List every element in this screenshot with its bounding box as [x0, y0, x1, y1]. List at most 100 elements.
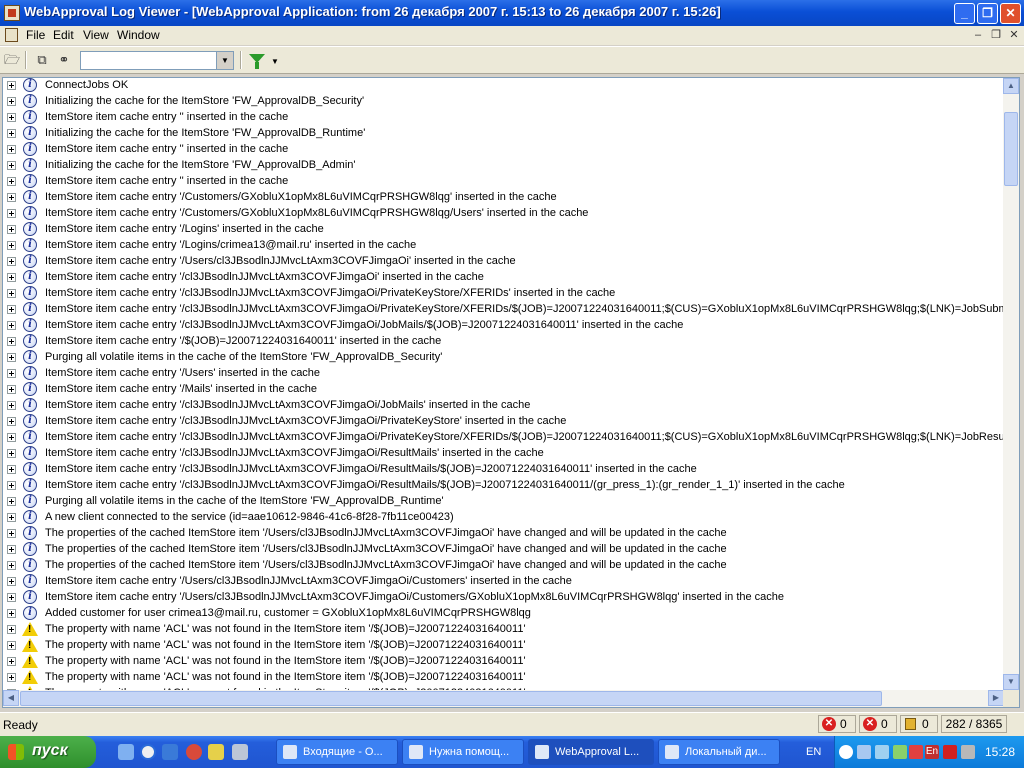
tray-icon[interactable]	[893, 745, 907, 759]
horizontal-scroll-thumb[interactable]	[20, 691, 882, 706]
log-row[interactable]: The property with name 'ACL' was not fou…	[3, 670, 1004, 686]
tray-language-badge[interactable]: En	[925, 745, 939, 759]
taskbar-button-local-disk[interactable]: Локальный ди...	[658, 739, 780, 765]
expand-icon[interactable]	[7, 337, 16, 346]
log-row[interactable]: i Initializing the cache for the ItemStor…	[3, 158, 1004, 174]
log-row[interactable]: i ItemStore item cache entry '/cl3JBsodln…	[3, 478, 1004, 494]
mdi-close-button[interactable]: ✕	[1006, 28, 1022, 43]
scroll-right-button[interactable]: ▶	[988, 690, 1004, 706]
log-row[interactable]: i ItemStore item cache entry '/cl3JBsodln…	[3, 462, 1004, 478]
log-row[interactable]: i ItemStore item cache entry '/cl3JBsodln…	[3, 302, 1004, 318]
document-icon[interactable]	[5, 28, 18, 42]
taskbar-button-webapproval[interactable]: WebApproval L...	[528, 739, 654, 765]
title-bar[interactable]: WebApproval Log Viewer - [WebApproval Ap…	[0, 0, 1024, 26]
quick-launch-icon[interactable]	[208, 744, 224, 760]
log-row[interactable]: i ConnectJobs OK	[3, 78, 1004, 94]
expand-icon[interactable]	[7, 113, 16, 122]
expand-icon[interactable]	[7, 305, 16, 314]
expand-icon[interactable]	[7, 161, 16, 170]
expand-icon[interactable]	[7, 673, 16, 682]
expand-icon[interactable]	[7, 529, 16, 538]
expand-icon[interactable]	[7, 81, 16, 90]
log-row[interactable]: i ItemStore item cache entry '' inserted …	[3, 174, 1004, 190]
log-row[interactable]: i ItemStore item cache entry '/cl3JBsodln…	[3, 430, 1004, 446]
expand-icon[interactable]	[7, 289, 16, 298]
filter-icon[interactable]	[249, 54, 265, 69]
mdi-minimize-button[interactable]: –	[970, 28, 986, 43]
menu-window[interactable]: Window	[117, 28, 160, 42]
expand-icon[interactable]	[7, 209, 16, 218]
expand-icon[interactable]	[7, 561, 16, 570]
horizontal-scrollbar[interactable]: ◀ ▶	[3, 690, 1004, 707]
log-row[interactable]: i A new client connected to the service (…	[3, 510, 1004, 526]
expand-icon[interactable]	[7, 177, 16, 186]
log-row[interactable]: i Purging all volatile items in the cache…	[3, 350, 1004, 366]
quick-launch-icon-2[interactable]	[232, 744, 248, 760]
expand-icon[interactable]	[7, 225, 16, 234]
expand-icon[interactable]	[7, 369, 16, 378]
minimize-button[interactable]: _	[954, 3, 975, 24]
expand-icon[interactable]	[7, 97, 16, 106]
expand-icon[interactable]	[7, 401, 16, 410]
expand-icon[interactable]	[7, 609, 16, 618]
expand-icon[interactable]	[7, 481, 16, 490]
start-button[interactable]: пуск	[0, 736, 96, 768]
open-folder-icon[interactable]: 🗁	[3, 51, 21, 69]
expand-icon[interactable]	[7, 497, 16, 506]
log-row[interactable]: i ItemStore item cache entry '/Logins/cri…	[3, 238, 1004, 254]
filter-dropdown-icon[interactable]: ▼	[271, 57, 279, 66]
media-player-icon[interactable]	[162, 744, 178, 760]
expand-icon[interactable]	[7, 625, 16, 634]
taskbar-button-inbox[interactable]: Входящие - О...	[276, 739, 398, 765]
expand-icon[interactable]	[7, 641, 16, 650]
copy-icon[interactable]: ⧉	[33, 51, 51, 69]
expand-icon[interactable]	[7, 273, 16, 282]
log-row[interactable]: i ItemStore item cache entry '/Users' ins…	[3, 366, 1004, 382]
expand-icon[interactable]	[7, 433, 16, 442]
log-row[interactable]: i Added customer for user crimea13@mail.r…	[3, 606, 1004, 622]
mdi-restore-button[interactable]: ❐	[988, 28, 1004, 43]
internet-explorer-icon[interactable]	[140, 744, 156, 760]
taskbar-button-help[interactable]: Нужна помощ...	[402, 739, 524, 765]
log-row[interactable]: i ItemStore item cache entry '/Users/cl3J…	[3, 590, 1004, 606]
log-row[interactable]: i ItemStore item cache entry '' inserted …	[3, 110, 1004, 126]
expand-icon[interactable]	[7, 593, 16, 602]
log-row[interactable]: The property with name 'ACL' was not fou…	[3, 654, 1004, 670]
vertical-scrollbar[interactable]: ▲ ▼	[1003, 78, 1019, 690]
opera-icon[interactable]	[186, 744, 202, 760]
log-row[interactable]: i ItemStore item cache entry '/cl3JBsodln…	[3, 446, 1004, 462]
language-indicator[interactable]: EN	[806, 746, 821, 758]
log-row[interactable]: i ItemStore item cache entry '/cl3JBsodln…	[3, 286, 1004, 302]
expand-icon[interactable]	[7, 385, 16, 394]
log-row[interactable]: i ItemStore item cache entry '/cl3JBsodln…	[3, 398, 1004, 414]
expand-icon[interactable]	[7, 257, 16, 266]
tray-arrow-icon[interactable]	[839, 745, 853, 759]
app-icon[interactable]	[4, 5, 20, 21]
close-button[interactable]: ✕	[1000, 3, 1021, 24]
expand-icon[interactable]	[7, 145, 16, 154]
log-row[interactable]: i Initializing the cache for the ItemStor…	[3, 94, 1004, 110]
network-icon[interactable]	[857, 745, 871, 759]
expand-icon[interactable]	[7, 241, 16, 250]
log-row[interactable]: i The properties of the cached ItemStore …	[3, 542, 1004, 558]
tray-icon-2[interactable]	[909, 745, 923, 759]
log-row[interactable]: i ItemStore item cache entry '/cl3JBsodln…	[3, 318, 1004, 334]
scroll-up-button[interactable]: ▲	[1003, 78, 1019, 94]
expand-icon[interactable]	[7, 129, 16, 138]
expand-icon[interactable]	[7, 513, 16, 522]
network-icon-2[interactable]	[875, 745, 889, 759]
log-row[interactable]: i ItemStore item cache entry '/Mails' ins…	[3, 382, 1004, 398]
tray-icon-3[interactable]	[961, 745, 975, 759]
find-binoculars-icon[interactable]: ⚭	[55, 51, 73, 69]
menu-file[interactable]: File	[26, 28, 45, 42]
log-row[interactable]: The property with name 'ACL' was not fou…	[3, 622, 1004, 638]
log-row[interactable]: i ItemStore item cache entry '/Users/cl3J…	[3, 254, 1004, 270]
log-row[interactable]: i ItemStore item cache entry '/Logins' in…	[3, 222, 1004, 238]
expand-icon[interactable]	[7, 449, 16, 458]
log-row[interactable]: i ItemStore item cache entry '/cl3JBsodln…	[3, 414, 1004, 430]
expand-icon[interactable]	[7, 657, 16, 666]
expand-icon[interactable]	[7, 577, 16, 586]
expand-icon[interactable]	[7, 417, 16, 426]
log-row[interactable]: i Purging all volatile items in the cache…	[3, 494, 1004, 510]
log-row[interactable]: i ItemStore item cache entry '/Users/cl3J…	[3, 574, 1004, 590]
